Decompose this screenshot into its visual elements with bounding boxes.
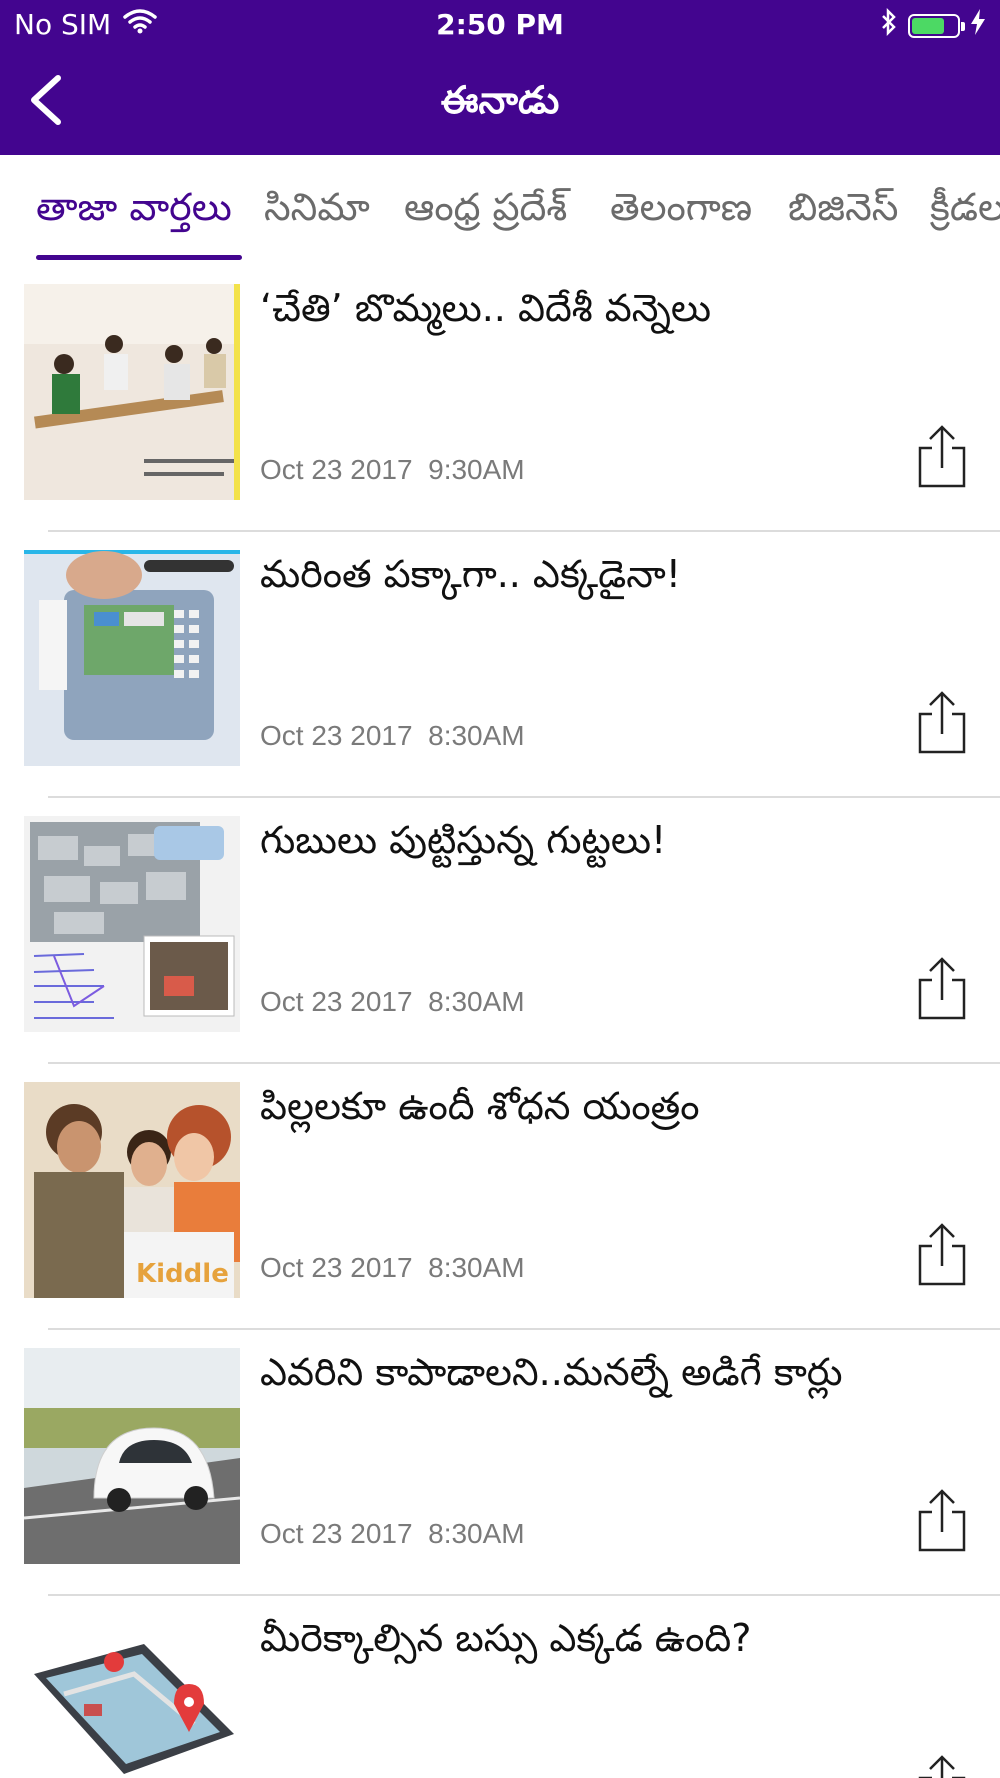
article-headline: మరింత పక్కాగా.. ఎక్కడైనా! xyxy=(260,552,681,596)
article-headline: ‘చేతి’ బొమ్మలు.. విదేశీ వన్నెలు xyxy=(260,286,712,330)
article-date: Oct 23 2017 xyxy=(260,454,413,485)
article-item[interactable]: Kiddle పిల్లలకూ ఉందీ శోధన యంత్రం Oct 23 … xyxy=(0,1064,1000,1330)
tab-andhra-pradesh[interactable]: ఆంధ్ర ప్రదేశ్ xyxy=(404,185,567,239)
share-button[interactable] xyxy=(914,690,970,756)
tab-business[interactable]: బిజినెస్ xyxy=(788,185,898,239)
article-thumbnail xyxy=(24,1348,240,1564)
article-date: Oct 23 2017 xyxy=(260,1518,413,1549)
article-headline: గుబులు పుట్టిస్తున్న గుట్టలు! xyxy=(260,818,667,862)
article-time: 8:30AM xyxy=(428,1252,525,1283)
battery-level xyxy=(912,17,944,34)
battery-icon xyxy=(908,13,965,38)
article-item[interactable]: మరింత పక్కాగా.. ఎక్కడైనా! Oct 23 2017 8:… xyxy=(0,532,1000,798)
tab-cinema[interactable]: సినిమా xyxy=(264,185,370,239)
article-timestamp: Oct 23 2017 8:30AM xyxy=(260,1252,525,1284)
article-date: Oct 23 2017 xyxy=(260,1252,413,1283)
article-thumbnail xyxy=(24,1614,240,1778)
article-headline: పిల్లలకూ ఉందీ శోధన యంత్రం xyxy=(260,1084,700,1128)
app-header: No SIM 2:50 PM ఈనాడు xyxy=(0,0,1000,155)
category-tabs: తాజా వార్తలు సినిమా ఆంధ్ర ప్రదేశ్ తెలంగా… xyxy=(0,155,1000,265)
share-button[interactable] xyxy=(914,424,970,490)
share-icon xyxy=(918,1223,966,1286)
article-item[interactable]: ఎవరిని కాపాడాలని..మనల్నే అడిగే కార్లు Oc… xyxy=(0,1330,1000,1596)
article-item[interactable]: గుబులు పుట్టిస్తున్న గుట్టలు! Oct 23 201… xyxy=(0,798,1000,1064)
article-headline: ఎవరిని కాపాడాలని..మనల్నే అడిగే కార్లు xyxy=(260,1350,843,1394)
article-date: Oct 23 2017 xyxy=(260,720,413,751)
article-timestamp: Oct 23 2017 8:30AM xyxy=(260,1518,525,1550)
share-button[interactable] xyxy=(914,1222,970,1288)
active-tab-indicator xyxy=(36,255,242,260)
article-thumbnail xyxy=(24,284,240,500)
status-right xyxy=(880,7,986,43)
status-bar: No SIM 2:50 PM xyxy=(0,0,1000,50)
bluetooth-icon xyxy=(880,7,898,43)
tab-latest-news[interactable]: తాజా వార్తలు xyxy=(36,185,232,239)
article-timestamp: Oct 23 2017 9:30AM xyxy=(260,454,525,486)
tab-telangana[interactable]: తెలంగాణ xyxy=(610,185,752,239)
article-time: 9:30AM xyxy=(428,454,525,485)
share-icon xyxy=(918,425,966,488)
article-headline: మీరెక్కాల్సిన బస్సు ఎక్కడ ఉంది? xyxy=(260,1616,752,1660)
share-icon xyxy=(918,957,966,1020)
article-time: 8:30AM xyxy=(428,1518,525,1549)
share-button[interactable] xyxy=(914,1488,970,1554)
charging-bolt-icon xyxy=(970,8,986,43)
share-button[interactable] xyxy=(914,956,970,1022)
navigation-bar: ఈనాడు xyxy=(0,60,1000,145)
article-timestamp: Oct 23 2017 8:30AM xyxy=(260,720,525,752)
svg-text:Kiddle: Kiddle xyxy=(136,1259,229,1289)
tab-sports[interactable]: క్రీడలు xyxy=(930,185,1000,239)
page-title: ఈనాడు xyxy=(440,78,560,122)
article-item[interactable]: మీరెక్కాల్సిన బస్సు ఎక్కడ ఉంది? xyxy=(0,1596,1000,1778)
article-thumbnail xyxy=(24,550,240,766)
article-item[interactable]: ‘చేతి’ బొమ్మలు.. విదేశీ వన్నెలు Oct 23 2… xyxy=(0,266,1000,532)
article-thumbnail xyxy=(24,816,240,1032)
article-thumbnail: Kiddle xyxy=(24,1082,240,1298)
article-time: 8:30AM xyxy=(428,720,525,751)
share-icon xyxy=(918,1755,966,1778)
share-icon xyxy=(918,691,966,754)
status-time: 2:50 PM xyxy=(436,8,564,41)
share-icon xyxy=(918,1489,966,1552)
share-button[interactable] xyxy=(914,1754,970,1778)
article-timestamp: Oct 23 2017 8:30AM xyxy=(260,986,525,1018)
article-time: 8:30AM xyxy=(428,986,525,1017)
article-date: Oct 23 2017 xyxy=(260,986,413,1017)
